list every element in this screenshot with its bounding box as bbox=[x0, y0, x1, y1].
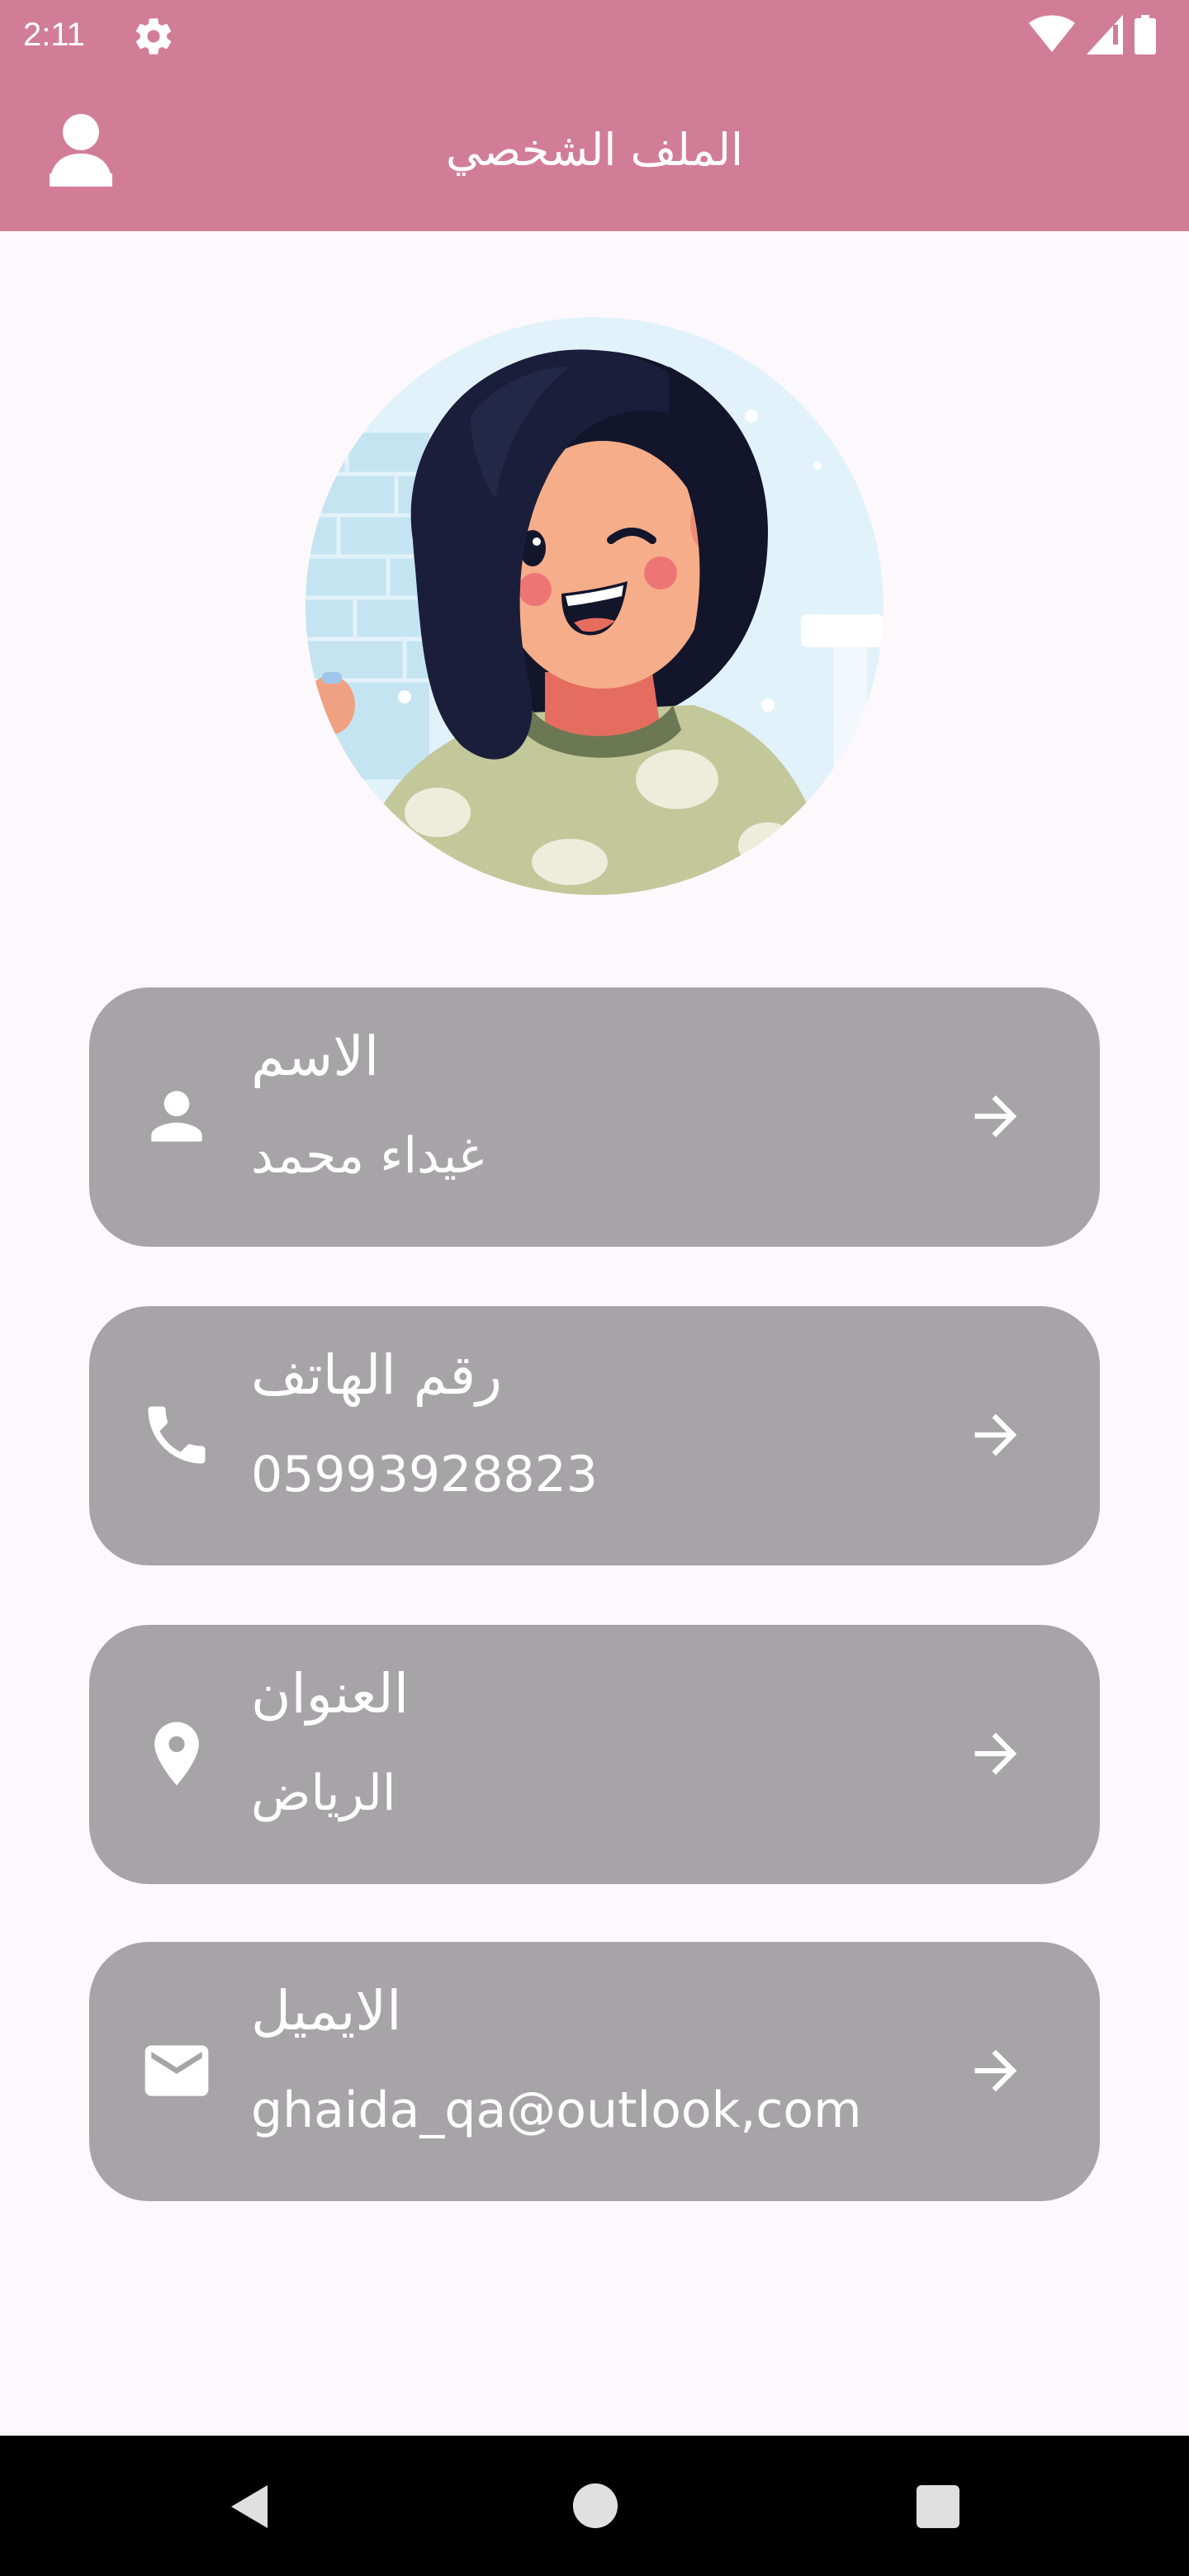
arrow-forward-icon[interactable] bbox=[964, 1404, 1027, 1466]
email-icon bbox=[144, 2045, 209, 2096]
arrow-forward-icon[interactable] bbox=[964, 1722, 1027, 1785]
card-value: ghaida_qa@outlook,com bbox=[251, 2081, 862, 2139]
settings-icon bbox=[135, 18, 172, 54]
home-icon[interactable] bbox=[571, 2482, 619, 2530]
recents-icon[interactable] bbox=[917, 2485, 959, 2528]
person-icon bbox=[151, 1091, 202, 1142]
profile-avatar bbox=[306, 317, 883, 895]
card-title: رقم الهاتف bbox=[251, 1343, 502, 1407]
card-title: الاسم bbox=[251, 1025, 380, 1088]
email-card[interactable]: الايميل ghaida_qa@outlook,com bbox=[89, 1942, 1100, 2201]
arrow-forward-icon[interactable] bbox=[964, 1085, 1027, 1148]
address-card[interactable]: العنوان الرياض bbox=[89, 1625, 1100, 1884]
app-bar: الملف الشخصي bbox=[0, 69, 1189, 231]
card-value: غيداء محمد bbox=[251, 1127, 484, 1185]
arrow-forward-icon[interactable] bbox=[964, 2039, 1027, 2102]
card-value: 05993928823 bbox=[251, 1446, 598, 1503]
name-card[interactable]: الاسم غيداء محمد bbox=[89, 987, 1100, 1247]
card-value: الرياض bbox=[251, 1764, 396, 1822]
card-title: العنوان bbox=[251, 1662, 410, 1726]
page-title: الملف الشخصي bbox=[446, 124, 743, 176]
status-bar: 2:11 bbox=[0, 0, 1189, 69]
status-time: 2:11 bbox=[23, 17, 85, 53]
location-icon bbox=[154, 1721, 199, 1786]
wifi-icon bbox=[1029, 15, 1075, 53]
system-nav-bar bbox=[0, 2436, 1189, 2576]
phone-icon bbox=[148, 1406, 206, 1464]
signal-icon bbox=[1087, 15, 1123, 54]
back-icon[interactable] bbox=[225, 2482, 274, 2531]
phone-card[interactable]: رقم الهاتف 05993928823 bbox=[89, 1306, 1100, 1565]
card-title: الايميل bbox=[251, 1979, 402, 2043]
battery-icon bbox=[1135, 15, 1156, 54]
